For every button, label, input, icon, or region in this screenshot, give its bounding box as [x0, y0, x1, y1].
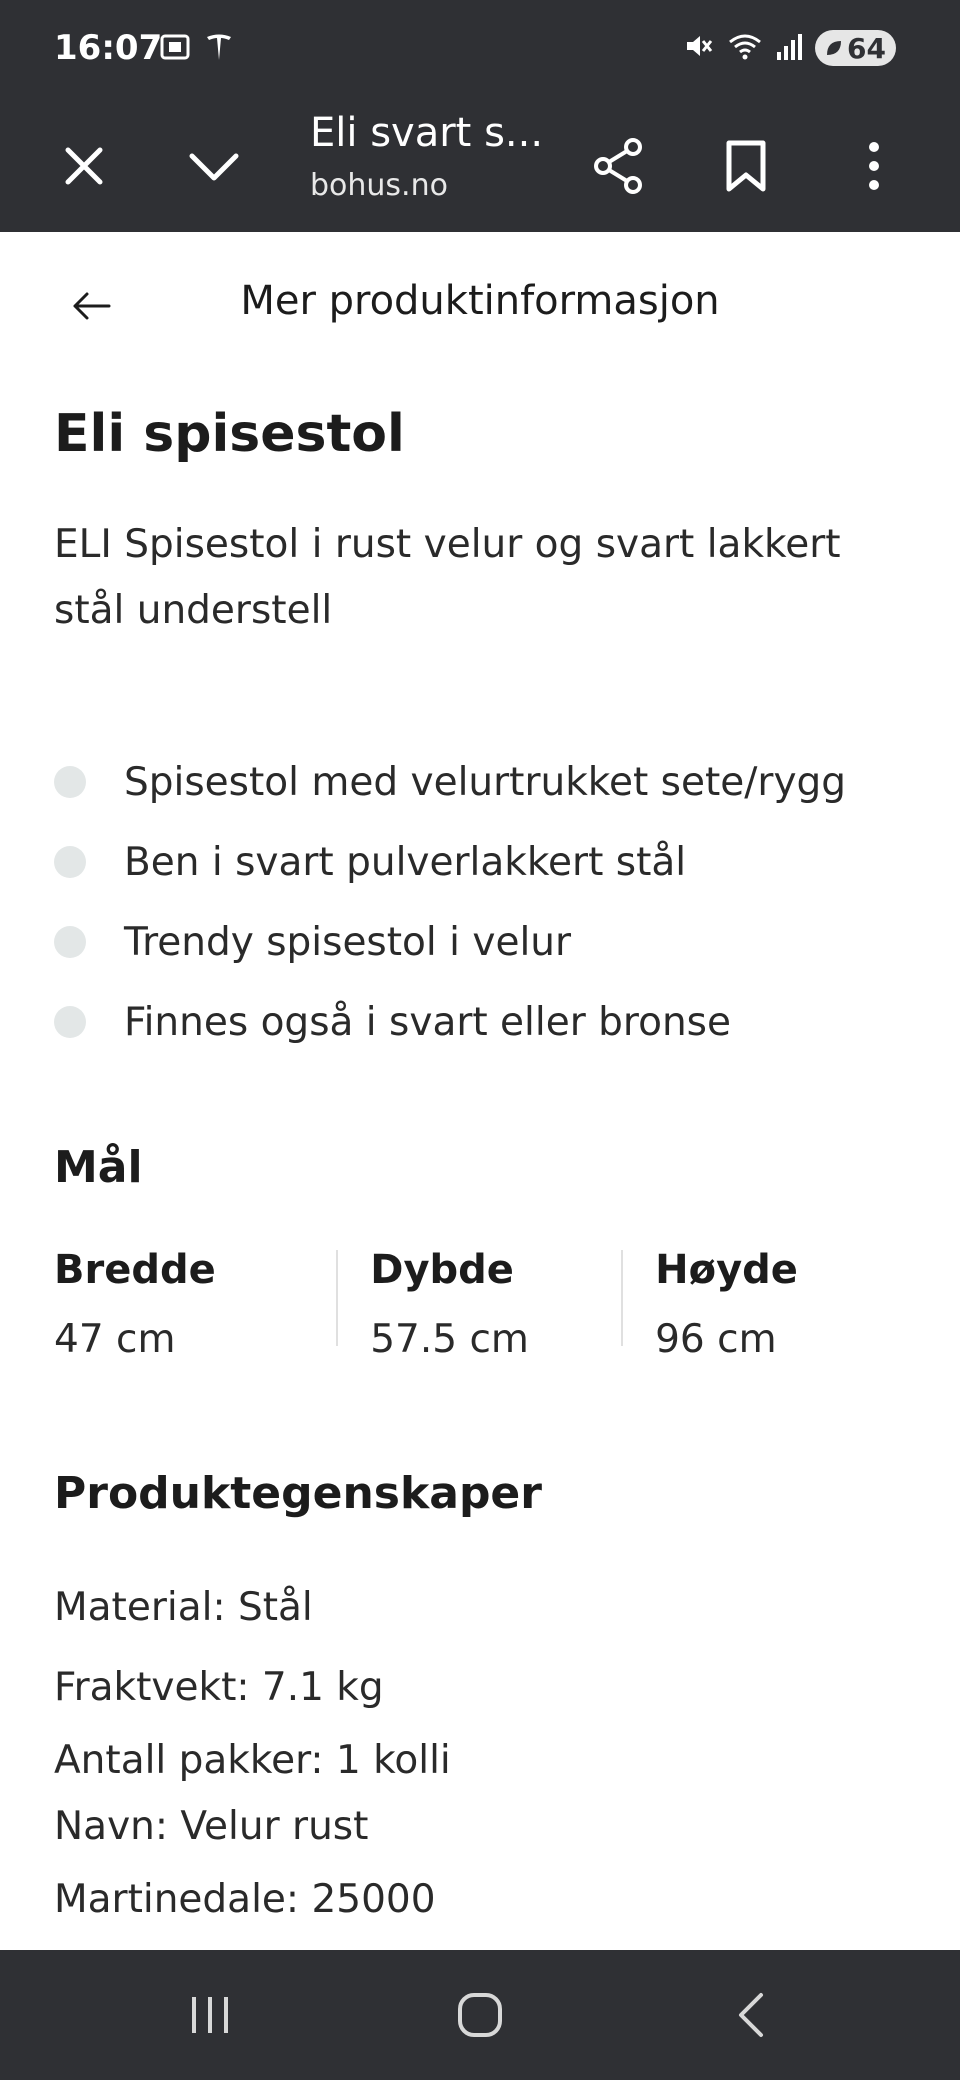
- status-time: 16:07: [54, 28, 163, 68]
- screenshot-icon: [158, 30, 192, 68]
- battery-icon: 64: [815, 30, 896, 66]
- wifi-icon: [727, 30, 763, 66]
- property-item: Fraktvekt: 7.1 kg: [54, 1665, 384, 1710]
- list-item: Ben i svart pulverlakkert stål: [54, 822, 906, 902]
- property-item: Material: Stål: [54, 1585, 313, 1630]
- more-vert-icon[interactable]: [834, 126, 914, 206]
- product-title: Eli spisestol: [54, 404, 405, 464]
- feature-text: Spisestol med velurtrukket sete/rygg: [124, 759, 847, 805]
- measurements-title: Mål: [54, 1142, 143, 1193]
- divider: [336, 1250, 339, 1346]
- status-left-icons: [158, 30, 236, 68]
- measurement-value: 57.5 cm: [370, 1317, 529, 1362]
- browser-toolbar: Eli svart s... bohus.no: [0, 100, 960, 232]
- signal-icon: [775, 30, 803, 66]
- list-item: Spisestol med velurtrukket sete/rygg: [54, 742, 906, 822]
- measurement-label: Dybde: [370, 1247, 514, 1293]
- feature-text: Finnes også i svart eller bronse: [124, 999, 731, 1045]
- measurement-value: 96 cm: [655, 1317, 777, 1362]
- close-icon[interactable]: [44, 126, 124, 206]
- bullet-dot-icon: [54, 766, 86, 798]
- chevron-down-icon[interactable]: [174, 126, 254, 206]
- tab-url[interactable]: bohus.no: [310, 168, 448, 203]
- product-description: ELI Spisestol i rust velur og svart lakk…: [54, 522, 841, 633]
- mute-icon: [683, 30, 715, 66]
- page-header: Mer produktinformasjon: [0, 232, 960, 372]
- measurement-label: Høyde: [655, 1247, 798, 1293]
- status-right-icons: 64: [683, 30, 896, 66]
- tesla-icon: [202, 30, 236, 68]
- feature-list: Spisestol med velurtrukket sete/rygg Ben…: [54, 742, 906, 1062]
- back-icon[interactable]: [700, 1980, 800, 2050]
- bullet-dot-icon: [54, 926, 86, 958]
- divider: [621, 1250, 624, 1346]
- page-header-title: Mer produktinformasjon: [240, 278, 720, 324]
- list-item: Finnes også i svart eller bronse: [54, 982, 906, 1062]
- measurement-value: 47 cm: [54, 1317, 176, 1362]
- battery-level: 64: [847, 31, 886, 65]
- bookmark-icon[interactable]: [706, 126, 786, 206]
- measurements-table: Bredde 47 cm Dybde 57.5 cm Høyde 96 cm: [54, 1238, 906, 1372]
- recents-icon[interactable]: [160, 1980, 260, 2050]
- measurement-height: Høyde 96 cm: [621, 1238, 906, 1372]
- measurement-width: Bredde 47 cm: [54, 1238, 336, 1372]
- tab-title[interactable]: Eli svart s...: [310, 110, 543, 156]
- feature-text: Trendy spisestol i velur: [124, 919, 572, 965]
- system-nav-bar: [0, 1950, 960, 2080]
- home-icon[interactable]: [430, 1980, 530, 2050]
- property-item: Antall pakker: 1 kolli: [54, 1738, 451, 1783]
- list-item: Trendy spisestol i velur: [54, 902, 906, 982]
- properties-list: Material: Stål Fraktvekt: 7.1 kg Antall …: [54, 1568, 906, 1940]
- property-item: Martinedale: 25000: [54, 1877, 436, 1922]
- properties-title: Produktegenskaper: [54, 1468, 542, 1519]
- bullet-dot-icon: [54, 1006, 86, 1038]
- bullet-dot-icon: [54, 846, 86, 878]
- property-item: Navn: Velur rust: [54, 1804, 369, 1849]
- feature-text: Ben i svart pulverlakkert stål: [124, 839, 687, 885]
- measurement-depth: Dybde 57.5 cm: [336, 1238, 621, 1372]
- share-icon[interactable]: [578, 126, 658, 206]
- measurement-label: Bredde: [54, 1247, 216, 1293]
- status-bar: 16:07 64: [0, 0, 960, 100]
